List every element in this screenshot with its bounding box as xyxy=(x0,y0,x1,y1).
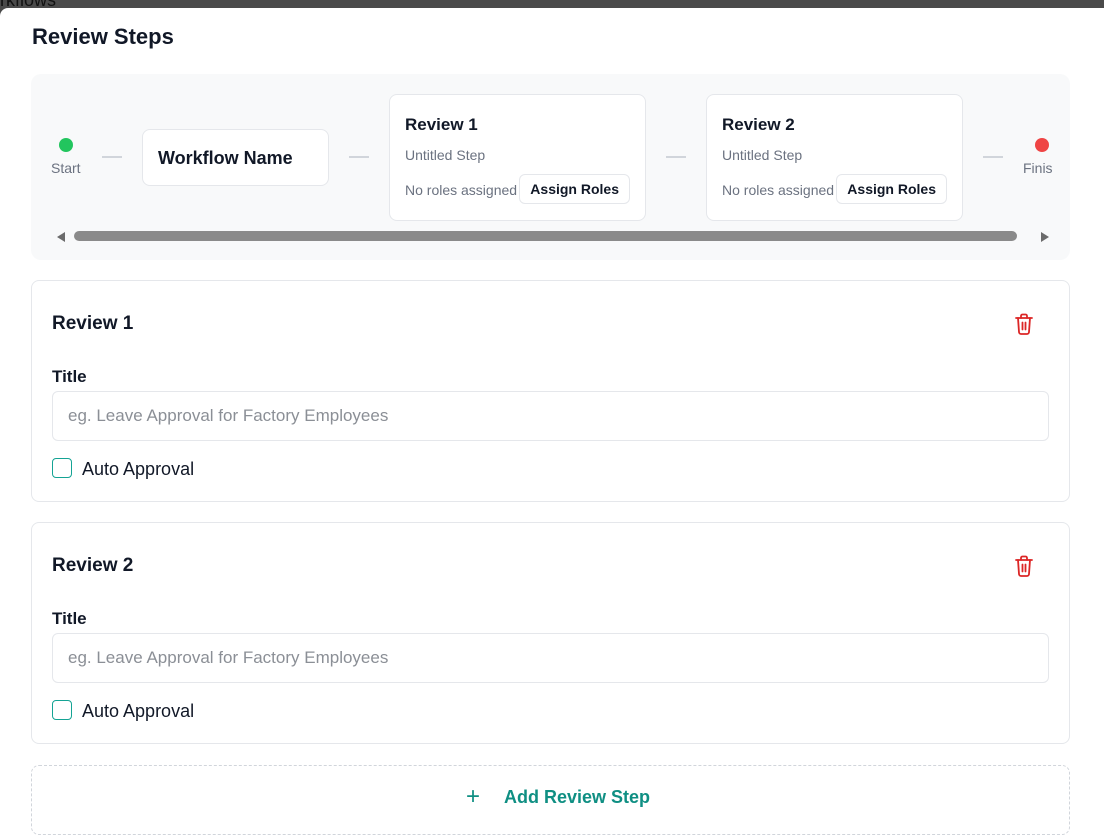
flow-step-card-review-2[interactable]: Review 2 Untitled Step No roles assigned… xyxy=(706,94,963,221)
section-title: Review 2 xyxy=(52,555,134,576)
assign-roles-button[interactable]: Assign Roles xyxy=(519,174,630,204)
trash-icon xyxy=(1015,313,1033,335)
review-step-section-1: Review 1 Title Auto Approval xyxy=(31,280,1070,502)
flow-step-roles: No roles assigned xyxy=(722,182,835,198)
flow-step-card-review-1[interactable]: Review 1 Untitled Step No roles assigned… xyxy=(389,94,646,221)
review-step-section-2: Review 2 Title Auto Approval xyxy=(31,522,1070,744)
auto-approval-label[interactable]: Auto Approval xyxy=(82,459,194,480)
finish-node-dot xyxy=(1035,138,1049,152)
horizontal-scrollbar[interactable] xyxy=(55,230,1049,242)
review-steps-modal: Review Steps Start Workflow Name Review … xyxy=(0,8,1104,838)
flow-step-subtitle: Untitled Step xyxy=(722,147,803,163)
scroll-right-arrow-icon[interactable] xyxy=(1041,232,1049,242)
start-node-dot xyxy=(59,138,73,152)
plus-icon: + xyxy=(466,783,481,810)
connector xyxy=(102,156,122,158)
add-review-step-button[interactable]: + Add Review Step xyxy=(31,765,1070,835)
title-field-label: Title xyxy=(52,609,87,628)
workflow-name-card[interactable]: Workflow Name xyxy=(142,129,329,186)
flow-step-subtitle: Untitled Step xyxy=(405,147,486,163)
flow-step-roles: No roles assigned xyxy=(405,182,518,198)
auto-approval-checkbox[interactable] xyxy=(52,700,72,720)
flow-track: Start Workflow Name Review 1 Untitled St… xyxy=(31,74,1070,224)
step-title-input[interactable] xyxy=(52,391,1049,441)
scroll-left-arrow-icon[interactable] xyxy=(57,232,65,242)
scrollbar-thumb[interactable] xyxy=(74,231,1017,241)
workflow-name: Workflow Name xyxy=(158,148,293,168)
flow-step-title: Review 2 xyxy=(722,115,795,134)
connector xyxy=(666,156,686,158)
auto-approval-label[interactable]: Auto Approval xyxy=(82,701,194,722)
connector xyxy=(349,156,369,158)
flow-step-title: Review 1 xyxy=(405,115,478,134)
trash-icon xyxy=(1015,555,1033,577)
auto-approval-checkbox[interactable] xyxy=(52,458,72,478)
finish-node-label: Finis xyxy=(1023,160,1053,176)
title-field-label: Title xyxy=(52,367,87,386)
section-title: Review 1 xyxy=(52,313,134,334)
workflow-flow-panel: Start Workflow Name Review 1 Untitled St… xyxy=(31,74,1070,260)
delete-step-button[interactable] xyxy=(1013,312,1035,336)
delete-step-button[interactable] xyxy=(1013,554,1035,578)
modal-title: Review Steps xyxy=(32,24,174,49)
connector xyxy=(983,156,1003,158)
step-title-input[interactable] xyxy=(52,633,1049,683)
add-review-step-label: Add Review Step xyxy=(504,787,651,807)
start-node-label: Start xyxy=(51,160,81,176)
assign-roles-button[interactable]: Assign Roles xyxy=(836,174,947,204)
